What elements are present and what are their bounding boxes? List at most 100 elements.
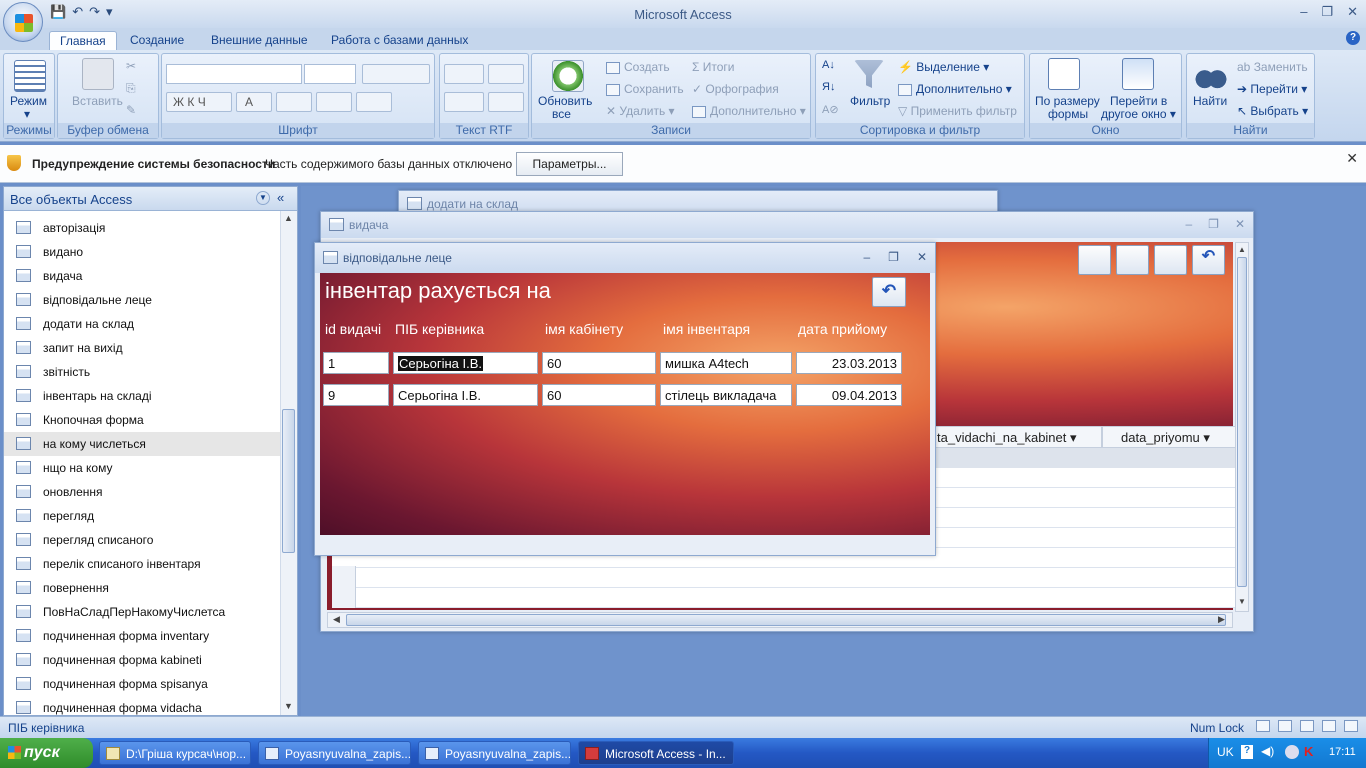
undo-icon[interactable]: ↶	[1192, 245, 1225, 275]
volume-icon[interactable]: ◀)	[1261, 744, 1274, 758]
nav-item[interactable]: видача	[4, 264, 280, 288]
bold-italic-underline-buttons[interactable]: Ж К Ч	[166, 92, 232, 112]
find-button[interactable]: Найти	[1193, 94, 1227, 108]
spelling-button[interactable]: ✓ Орфография	[692, 82, 779, 96]
replace-button[interactable]: ab Заменить	[1237, 60, 1308, 74]
column-header[interactable]: ta_vidachi_na_kabinet ▾	[932, 426, 1102, 448]
help-icon[interactable]: ?	[1241, 745, 1253, 759]
clear-sort-icon[interactable]: A⊘	[822, 103, 839, 116]
nav-item[interactable]: додати на склад	[4, 312, 280, 336]
maximize-icon[interactable]: ❐	[1321, 4, 1333, 20]
nav-item[interactable]: оновлення	[4, 480, 280, 504]
tab-external-data[interactable]: Внешние данные	[201, 31, 318, 50]
nav-item[interactable]: запит на вихід	[4, 336, 280, 360]
new-record-button[interactable]: Создать	[606, 60, 670, 74]
nav-header[interactable]: Все объекты Access ▼ «	[4, 187, 297, 211]
language-indicator[interactable]: UK	[1217, 745, 1234, 759]
advanced-filter-button[interactable]: Дополнительно ▾	[898, 82, 1012, 96]
scroll-thumb[interactable]	[282, 409, 295, 553]
scroll-up-icon[interactable]: ▲	[1238, 245, 1246, 254]
new-record-icon[interactable]	[1154, 245, 1187, 275]
close-icon[interactable]: ✕	[917, 250, 927, 264]
sort-asc-icon[interactable]: A↓	[822, 59, 835, 71]
field-item[interactable]: стілець викладача	[660, 384, 792, 406]
nav-item[interactable]: перегляд списаного	[4, 528, 280, 552]
nav-item[interactable]: повернення	[4, 576, 280, 600]
nav-menu-icon[interactable]: ▼	[256, 191, 270, 205]
font-name-select[interactable]	[166, 64, 302, 84]
nav-item[interactable]: перегляд	[4, 504, 280, 528]
nav-scrollbar[interactable]: ▲ ▼	[280, 211, 297, 715]
help-icon[interactable]: ?	[1346, 31, 1360, 45]
paste-button[interactable]: Вставить	[72, 94, 123, 108]
preview-icon[interactable]	[1078, 245, 1111, 275]
sort-desc-icon[interactable]: Я↓	[822, 81, 835, 93]
layout-view-icon[interactable]	[1344, 720, 1358, 732]
switch-window-button[interactable]: Перейти в	[1110, 94, 1167, 108]
selection-button[interactable]: ⚡ Выделение ▾	[898, 60, 989, 74]
paragraph-button[interactable]	[488, 64, 524, 84]
format-painter-icon[interactable]: ✎	[126, 103, 136, 117]
nav-item[interactable]: на кому числеться	[4, 432, 280, 456]
pivot-chart-icon[interactable]	[1322, 720, 1336, 732]
nav-item[interactable]: Кнопочная форма	[4, 408, 280, 432]
list-buttons[interactable]	[444, 92, 484, 112]
field-cabinet[interactable]: 60	[542, 384, 656, 406]
nav-item[interactable]: відповідальне леце	[4, 288, 280, 312]
field-item[interactable]: мишка A4tech	[660, 352, 792, 374]
window-responsible-person[interactable]: відповідальне леце – ❐ ✕ інвентар рахуєтьс…	[314, 242, 936, 556]
tab-home[interactable]: Главная	[49, 31, 117, 50]
minimize-icon[interactable]: –	[863, 250, 870, 264]
antivirus-icon[interactable]: K	[1304, 744, 1313, 759]
apply-filter-button[interactable]: ▽ Применить фильтр	[898, 104, 1017, 118]
undo-icon[interactable]: ↶	[872, 277, 906, 307]
print-preview-icon[interactable]	[1116, 245, 1149, 275]
nav-item[interactable]: звітність	[4, 360, 280, 384]
scroll-down-icon[interactable]: ▼	[284, 701, 293, 711]
highlight-button[interactable]	[488, 92, 524, 112]
minimize-icon[interactable]: –	[1185, 217, 1192, 231]
datasheet-view-icon[interactable]	[1278, 720, 1292, 732]
field-date[interactable]: 09.04.2013	[796, 384, 902, 406]
record-selector[interactable]	[332, 566, 356, 608]
maximize-icon[interactable]: ❐	[888, 250, 899, 264]
options-button[interactable]: Параметры...	[516, 152, 623, 176]
taskbar-item-word-1[interactable]: Poyasnyuvalna_zapis...	[258, 741, 411, 765]
alt-fill-button[interactable]	[356, 92, 392, 112]
filter-button[interactable]: Фильтр	[850, 94, 890, 108]
nav-item[interactable]: подчиненная форма vidacha	[4, 696, 280, 715]
nav-item[interactable]: видано	[4, 240, 280, 264]
taskbar-item-access[interactable]: Microsoft Access - In...	[578, 741, 734, 765]
nav-item[interactable]: перелік списаного інвентаря	[4, 552, 280, 576]
form-view-icon[interactable]	[1256, 720, 1270, 732]
field-cabinet[interactable]: 60	[542, 352, 656, 374]
refresh-all-button[interactable]: Обновить	[538, 94, 592, 108]
scroll-right-icon[interactable]: ▶	[1218, 614, 1225, 625]
scroll-up-icon[interactable]: ▲	[284, 213, 293, 223]
office-button[interactable]	[3, 2, 43, 42]
cut-icon[interactable]: ✂	[126, 59, 136, 73]
nav-item[interactable]: подчиненная форма kabineti	[4, 648, 280, 672]
close-icon[interactable]: ✕	[1346, 150, 1358, 167]
field-pib[interactable]: Серьогіна І.В.	[393, 352, 538, 374]
nav-item[interactable]: ПовНаСладПерНакомуЧислетса	[4, 600, 280, 624]
select-button[interactable]: ↖ Выбрать ▾	[1237, 104, 1308, 118]
horizontal-scrollbar[interactable]: ◀ ▶	[327, 612, 1233, 628]
scroll-down-icon[interactable]: ▼	[1238, 597, 1246, 606]
view-button[interactable]: Режим	[10, 94, 47, 108]
goto-button[interactable]: ➔ Перейти ▾	[1237, 82, 1307, 96]
field-date[interactable]: 23.03.2013	[796, 352, 902, 374]
nav-item[interactable]: подчиненная форма spisanya	[4, 672, 280, 696]
nav-item[interactable]: авторізація	[4, 216, 280, 240]
network-icon[interactable]	[1285, 745, 1299, 759]
field-id[interactable]: 1	[323, 352, 389, 374]
close-icon[interactable]: ✕	[1347, 4, 1358, 20]
taskbar-item-folder[interactable]: D:\Гріша курсач\нор...	[99, 741, 251, 765]
field-pib[interactable]: Серьогіна І.В.	[393, 384, 538, 406]
scroll-left-icon[interactable]: ◀	[333, 614, 340, 625]
column-header[interactable]: data_priyomu ▾	[1102, 426, 1238, 448]
totals-button[interactable]: Σ Итоги	[692, 60, 735, 74]
fit-form-button[interactable]: По размеру	[1035, 94, 1100, 108]
nav-item[interactable]: подчиненная форма inventary	[4, 624, 280, 648]
collapse-nav-icon[interactable]: «	[277, 190, 284, 205]
